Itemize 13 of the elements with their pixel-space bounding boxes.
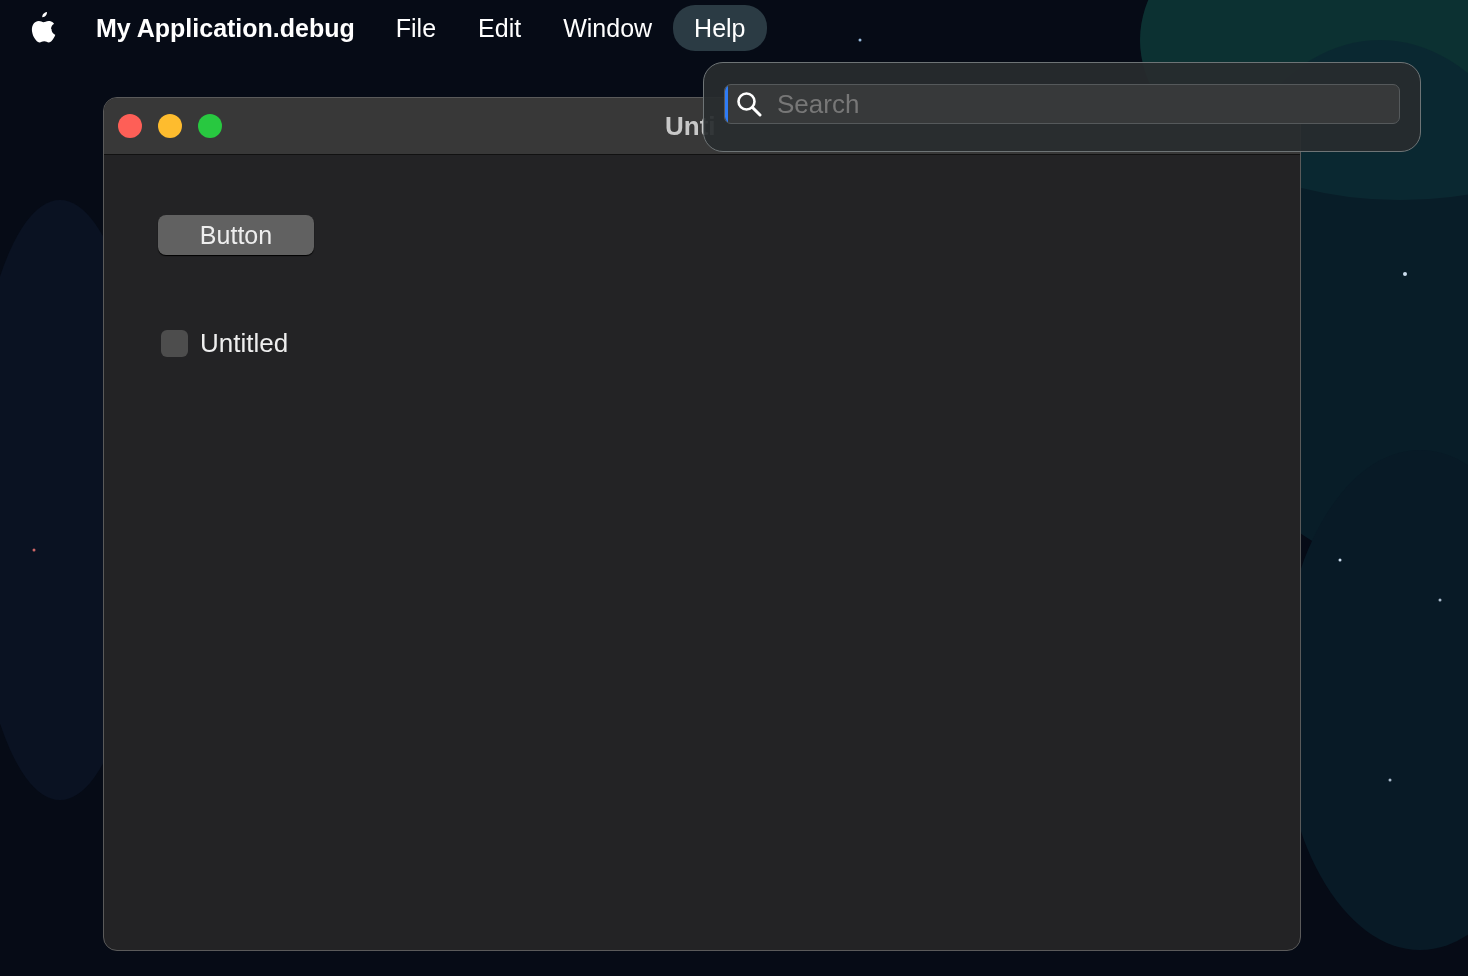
- window-title: Unti: [665, 110, 716, 142]
- push-button[interactable]: Button: [158, 215, 314, 255]
- zoom-button[interactable]: [198, 114, 222, 138]
- minimize-button[interactable]: [158, 114, 182, 138]
- menu-item[interactable]: Help: [673, 5, 767, 51]
- checkbox[interactable]: [161, 330, 188, 357]
- close-button[interactable]: [118, 114, 142, 138]
- checkbox-label[interactable]: Untitled: [200, 328, 289, 359]
- menu-item[interactable]: File: [374, 5, 458, 51]
- menu-item[interactable]: Edit: [457, 5, 543, 51]
- search-field[interactable]: Search: [724, 84, 1400, 124]
- app-name[interactable]: My Application.debug: [96, 13, 355, 43]
- menu-item[interactable]: Window: [542, 5, 674, 51]
